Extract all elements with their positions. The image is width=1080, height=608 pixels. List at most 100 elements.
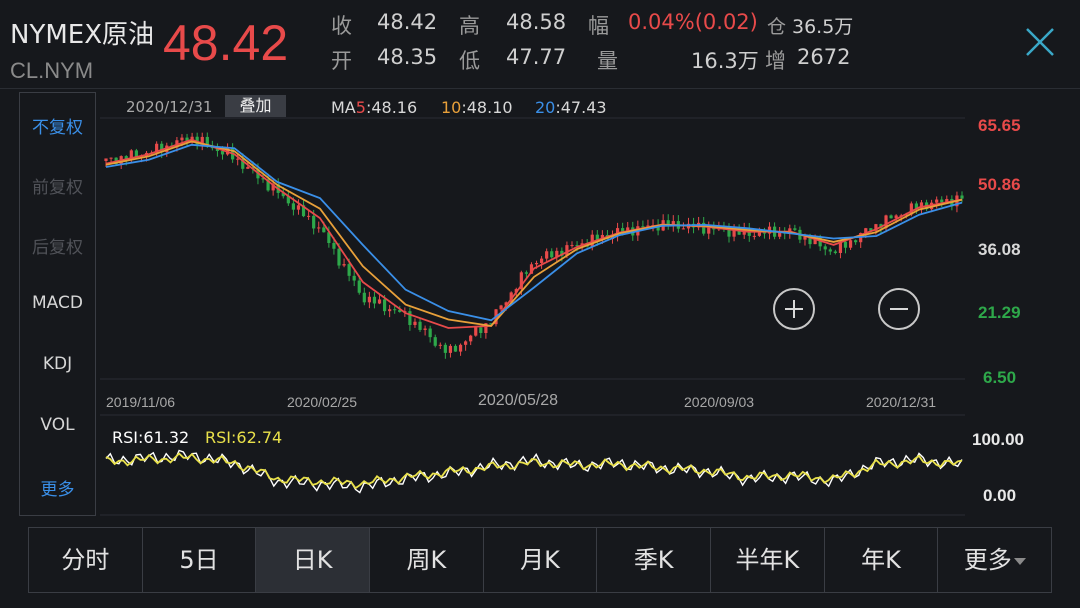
candle-body — [413, 321, 417, 326]
change-value: 0.04%(0.02) — [628, 10, 758, 34]
candle-body — [935, 199, 939, 203]
header-divider — [0, 88, 1080, 89]
close-label: 收 — [331, 14, 352, 38]
tab-monthly-k-label: 月K — [520, 546, 560, 574]
candle-body — [433, 337, 437, 346]
candle-body — [469, 335, 473, 342]
candle-body — [757, 232, 761, 236]
candle-body — [843, 241, 848, 248]
candle-body — [823, 246, 827, 250]
candle-body — [474, 327, 478, 336]
tab-halfyear-k-label: 半年K — [735, 546, 800, 574]
close-value: 48.42 — [377, 10, 438, 34]
low-label: 低 — [459, 49, 480, 73]
candle-body — [377, 299, 382, 304]
zoom-out-button[interactable] — [878, 288, 920, 330]
candle-body — [332, 243, 336, 249]
candle-body — [833, 251, 837, 253]
tab-intraday-label: 分时 — [61, 546, 110, 574]
tab-daily-k[interactable]: 日K — [256, 528, 371, 592]
tab-halfyear-k[interactable]: 半年K — [711, 528, 825, 592]
change-label: 幅 — [588, 14, 609, 38]
candle-body — [464, 341, 468, 345]
x-label-3: 2020/05/28 — [478, 392, 559, 409]
candle-body — [539, 258, 544, 263]
candle-body — [342, 264, 346, 266]
candle-body — [854, 240, 858, 243]
candle-body — [296, 205, 301, 210]
close-icon[interactable] — [1024, 26, 1056, 58]
zoom-in-button[interactable] — [773, 288, 815, 330]
candle-body — [428, 328, 432, 338]
candle-body — [357, 280, 361, 293]
candle-body — [312, 215, 316, 229]
tab-weekly-k[interactable]: 周K — [370, 528, 484, 592]
candle-body — [960, 195, 964, 199]
tab-intraday[interactable]: 分时 — [29, 528, 143, 592]
tab-quarterly-k[interactable]: 季K — [597, 528, 712, 592]
candle-body — [848, 240, 853, 248]
candle-body — [570, 245, 574, 247]
tab-yearly-k-label: 年K — [861, 546, 901, 574]
candle-body — [382, 299, 387, 312]
tab-more[interactable]: 更多 — [938, 528, 1051, 592]
ma5-name-prefix: MA — [331, 98, 356, 117]
rsi-line-2 — [105, 452, 963, 490]
candle-body — [889, 215, 893, 219]
candle-body — [681, 228, 686, 230]
overlay-button[interactable]: 叠加 — [225, 95, 286, 117]
tab-monthly-k[interactable]: 月K — [484, 528, 598, 592]
tab-5day[interactable]: 5日 — [143, 528, 257, 592]
oi-label: 仓 — [767, 16, 787, 38]
ma5-legend: MA5:48.16 — [331, 98, 417, 117]
candle-body — [291, 203, 296, 210]
ma10-value: :48.10 — [461, 98, 513, 117]
high-value: 48.58 — [506, 10, 567, 34]
tab-daily-k-label: 日K — [292, 546, 333, 574]
ma20-legend: 20:47.43 — [535, 98, 607, 117]
candle-body — [458, 344, 463, 352]
x-label-2: 2020/02/25 — [287, 394, 358, 410]
ma20-line — [105, 143, 963, 322]
candle-body — [134, 150, 138, 157]
tab-yearly-k[interactable]: 年K — [825, 528, 939, 592]
candle-body — [443, 344, 447, 353]
rsi-line-1 — [105, 449, 963, 494]
tab-more-label: 更多 — [963, 546, 1012, 574]
candle-body — [752, 235, 756, 237]
candle-body — [479, 327, 483, 334]
candle-body — [352, 275, 356, 281]
increase-value: 2672 — [797, 45, 851, 69]
candle-body — [109, 157, 113, 159]
candle-body — [524, 272, 529, 274]
oi-value: 36.5万 — [792, 16, 854, 38]
candle-body — [388, 309, 392, 312]
period-tabs: 分时 5日 日K 周K 月K 季K 半年K 年K 更多 — [28, 527, 1052, 593]
tab-5day-label: 5日 — [179, 546, 219, 574]
candle-body — [545, 251, 549, 259]
candle-body — [550, 251, 554, 258]
candle-body — [828, 249, 832, 252]
candle-body — [940, 199, 944, 203]
tab-quarterly-k-label: 季K — [633, 546, 674, 574]
candle-body — [448, 345, 453, 353]
ma5-period: 5 — [355, 98, 366, 117]
ma5-line — [105, 138, 963, 329]
candle-body — [762, 232, 767, 234]
chart-date: 2020/12/31 — [126, 98, 213, 116]
tab-weekly-k-label: 周K — [406, 546, 447, 574]
candle-body — [372, 296, 377, 304]
candle-body — [393, 309, 397, 311]
candle-body — [220, 150, 225, 155]
y-label-2: 50.86 — [978, 175, 1021, 194]
candle-body — [499, 305, 503, 310]
rsi-legend-1: RSI:61.32 — [112, 428, 190, 447]
candle-body — [347, 264, 351, 276]
rsi-legend-2: RSI:62.74 — [205, 428, 283, 447]
y-label-3: 36.08 — [978, 240, 1021, 259]
instrument-name: NYMEX原油 — [10, 20, 155, 50]
chevron-down-icon — [1013, 557, 1026, 565]
candle-body — [423, 328, 427, 330]
open-label: 开 — [331, 49, 352, 73]
candle-body — [322, 227, 326, 233]
